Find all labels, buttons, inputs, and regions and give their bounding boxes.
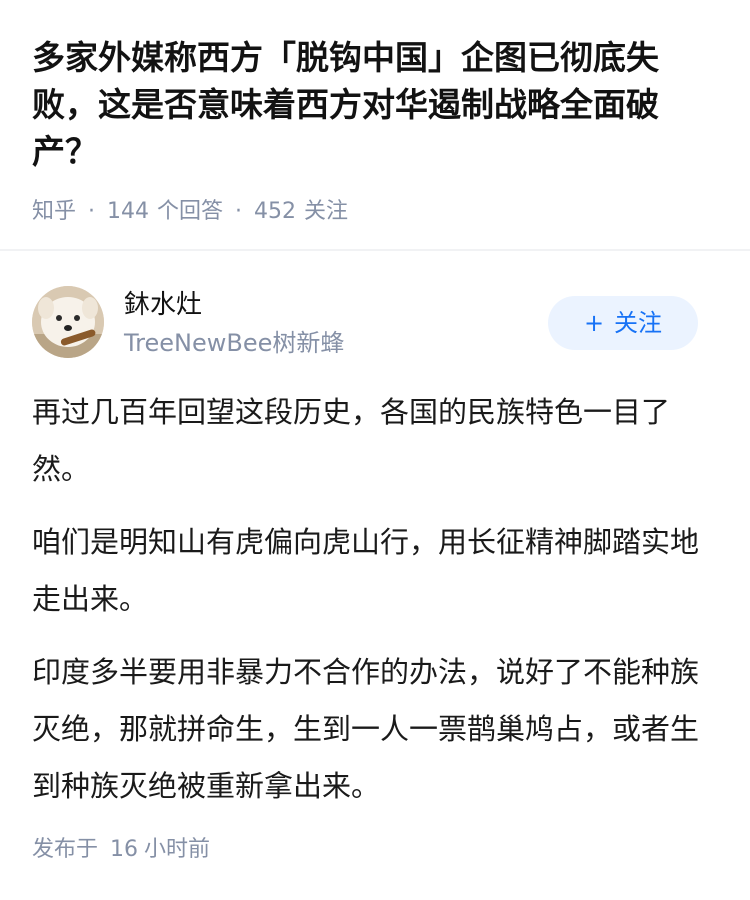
section-divider [0, 249, 750, 251]
follow-label: 关注 [614, 309, 663, 337]
author-card: 鈢水灶 TreeNewBee树新蜂 + 关注 [32, 286, 718, 358]
answers-label[interactable]: 个回答 [157, 199, 223, 224]
separator-dot: · [88, 199, 96, 224]
dog-avatar-icon[interactable] [32, 286, 104, 358]
question-title[interactable]: 多家外媒称西方「脱钩中国」企图已彻底失败，这是否意味着西方对华遏制战略全面破产？ [32, 34, 722, 175]
question-meta: 知乎 · 144 个回答 · 452 关注 [32, 194, 348, 230]
source-label[interactable]: 知乎 [32, 199, 76, 224]
author-name[interactable]: 鈢水灶 [124, 288, 202, 322]
answers-count: 144 [107, 199, 150, 224]
question-header: 多家外媒称西方「脱钩中国」企图已彻底失败，这是否意味着西方对华遏制战略全面破产？… [0, 0, 750, 250]
answer-paragraph: 咱们是明知山有虎偏向虎山行，用长征精神脚踏实地走出来。 [32, 525, 700, 616]
published-value: 16 [110, 837, 139, 862]
answer-paragraph: 再过几百年回望这段历史，各国的民族特色一目了然。 [32, 395, 671, 486]
answer-content: 再过几百年回望这段历史，各国的民族特色一目了然。 咱们是明知山有虎偏向虎山行，用… [32, 384, 718, 831]
followers-label[interactable]: 关注 [304, 199, 348, 224]
plus-icon: + [583, 309, 605, 337]
follow-button[interactable]: + 关注 [548, 296, 698, 350]
answer-paragraph: 印度多半要用非暴力不合作的办法，说好了不能种族灭绝，那就拼命生，生到一人一票鹊巢… [32, 655, 700, 803]
published-unit: 小时前 [144, 837, 211, 862]
publish-time: 发布于 16 小时前 [32, 832, 210, 868]
separator-dot: · [235, 199, 243, 224]
followers-count: 452 [254, 199, 297, 224]
author-bio: TreeNewBee树新蜂 [124, 329, 345, 357]
published-label: 发布于 [32, 837, 99, 862]
